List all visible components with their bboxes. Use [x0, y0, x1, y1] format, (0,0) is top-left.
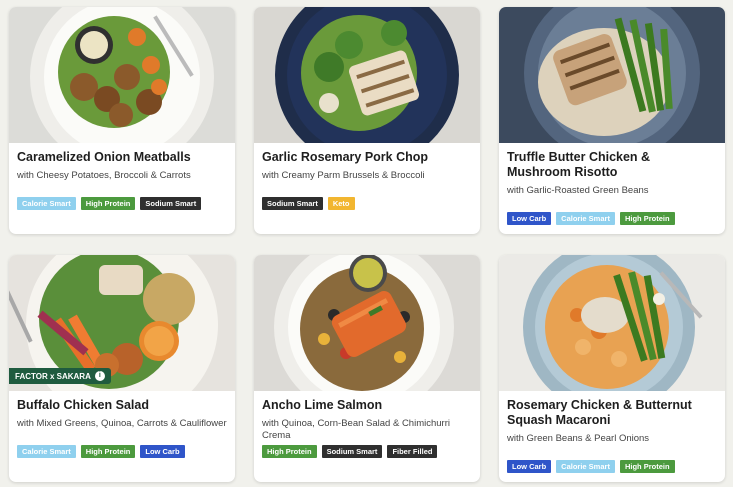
tag-low-carb: Low Carb — [140, 445, 185, 458]
tag-high-protein: High Protein — [80, 197, 136, 210]
tag-calorie-smart: Calorie Smart — [556, 460, 615, 473]
info-icon[interactable]: i — [94, 371, 105, 381]
tag-list: Calorie Smart High Protein Low Carb — [17, 445, 185, 458]
tag-list: Calorie Smart High Protein Sodium Smart — [17, 197, 202, 210]
meal-title[interactable]: Garlic Rosemary Pork Chop — [262, 150, 472, 165]
tag-fiber-filled: Fiber Filled — [387, 445, 438, 458]
meal-title[interactable]: Buffalo Chicken Salad — [17, 398, 227, 413]
tag-list: Low Carb Calorie Smart High Protein — [507, 212, 675, 225]
tag-calorie-smart: Calorie Smart — [17, 445, 76, 458]
tag-sodium-smart: Sodium Smart — [140, 197, 202, 210]
tag-high-protein: High Protein — [619, 460, 675, 473]
meal-subtitle: with Cheesy Potatoes, Broccoli & Carrots — [17, 170, 191, 181]
meal-subtitle: with Mixed Greens, Quinoa, Carrots & Cau… — [17, 418, 227, 429]
meal-photo[interactable] — [9, 7, 235, 143]
tag-sodium-smart: Sodium Smart — [262, 197, 323, 210]
tag-high-protein: High Protein — [80, 445, 136, 458]
meal-card-rosemary-macaroni[interactable]: Rosemary Chicken & Butternut Squash Maca… — [499, 255, 725, 482]
meal-photo[interactable] — [499, 7, 725, 143]
meal-title[interactable]: Ancho Lime Salmon — [262, 398, 472, 413]
meal-card-salmon[interactable]: Ancho Lime Salmon with Quinoa, Corn-Bean… — [254, 255, 480, 482]
meal-subtitle: with Creamy Parm Brussels & Broccoli — [262, 170, 425, 181]
meal-card-pork-chop[interactable]: Garlic Rosemary Pork Chop with Creamy Pa… — [254, 7, 480, 234]
partner-badge-label: FACTOR x SAKARA — [15, 371, 91, 381]
tag-list: Low Carb Calorie Smart High Protein — [507, 460, 675, 473]
meal-title[interactable]: Caramelized Onion Meatballs — [17, 150, 227, 165]
partner-badge[interactable]: FACTOR x SAKARA i — [9, 368, 111, 384]
tag-list: Sodium Smart Keto — [262, 197, 355, 210]
tag-high-protein: High Protein — [619, 212, 675, 225]
meal-title[interactable]: Rosemary Chicken & Butternut Squash Maca… — [507, 398, 717, 428]
tag-high-protein: High Protein — [262, 445, 317, 458]
meal-title[interactable]: Truffle Butter Chicken & Mushroom Risott… — [507, 150, 717, 180]
meal-photo[interactable] — [254, 7, 480, 143]
tag-sodium-smart: Sodium Smart — [321, 445, 383, 458]
meal-subtitle: with Garlic-Roasted Green Beans — [507, 185, 649, 196]
tag-keto: Keto — [327, 197, 355, 210]
meal-card-meatballs[interactable]: Caramelized Onion Meatballs with Cheesy … — [9, 7, 235, 234]
meal-photo[interactable] — [499, 255, 725, 391]
meal-card-truffle-chicken[interactable]: Truffle Butter Chicken & Mushroom Risott… — [499, 7, 725, 234]
tag-low-carb: Low Carb — [507, 460, 552, 473]
tag-calorie-smart: Calorie Smart — [556, 212, 615, 225]
tag-calorie-smart: Calorie Smart — [17, 197, 76, 210]
meal-card-buffalo-salad[interactable]: FACTOR x SAKARA i Buffalo Chicken Salad … — [9, 255, 235, 482]
tag-low-carb: Low Carb — [507, 212, 552, 225]
meal-subtitle: with Green Beans & Pearl Onions — [507, 433, 650, 444]
tag-list: High Protein Sodium Smart Fiber Filled — [262, 445, 438, 458]
meal-photo[interactable] — [254, 255, 480, 391]
meal-subtitle: with Quinoa, Corn-Bean Salad & Chimichur… — [262, 418, 450, 441]
